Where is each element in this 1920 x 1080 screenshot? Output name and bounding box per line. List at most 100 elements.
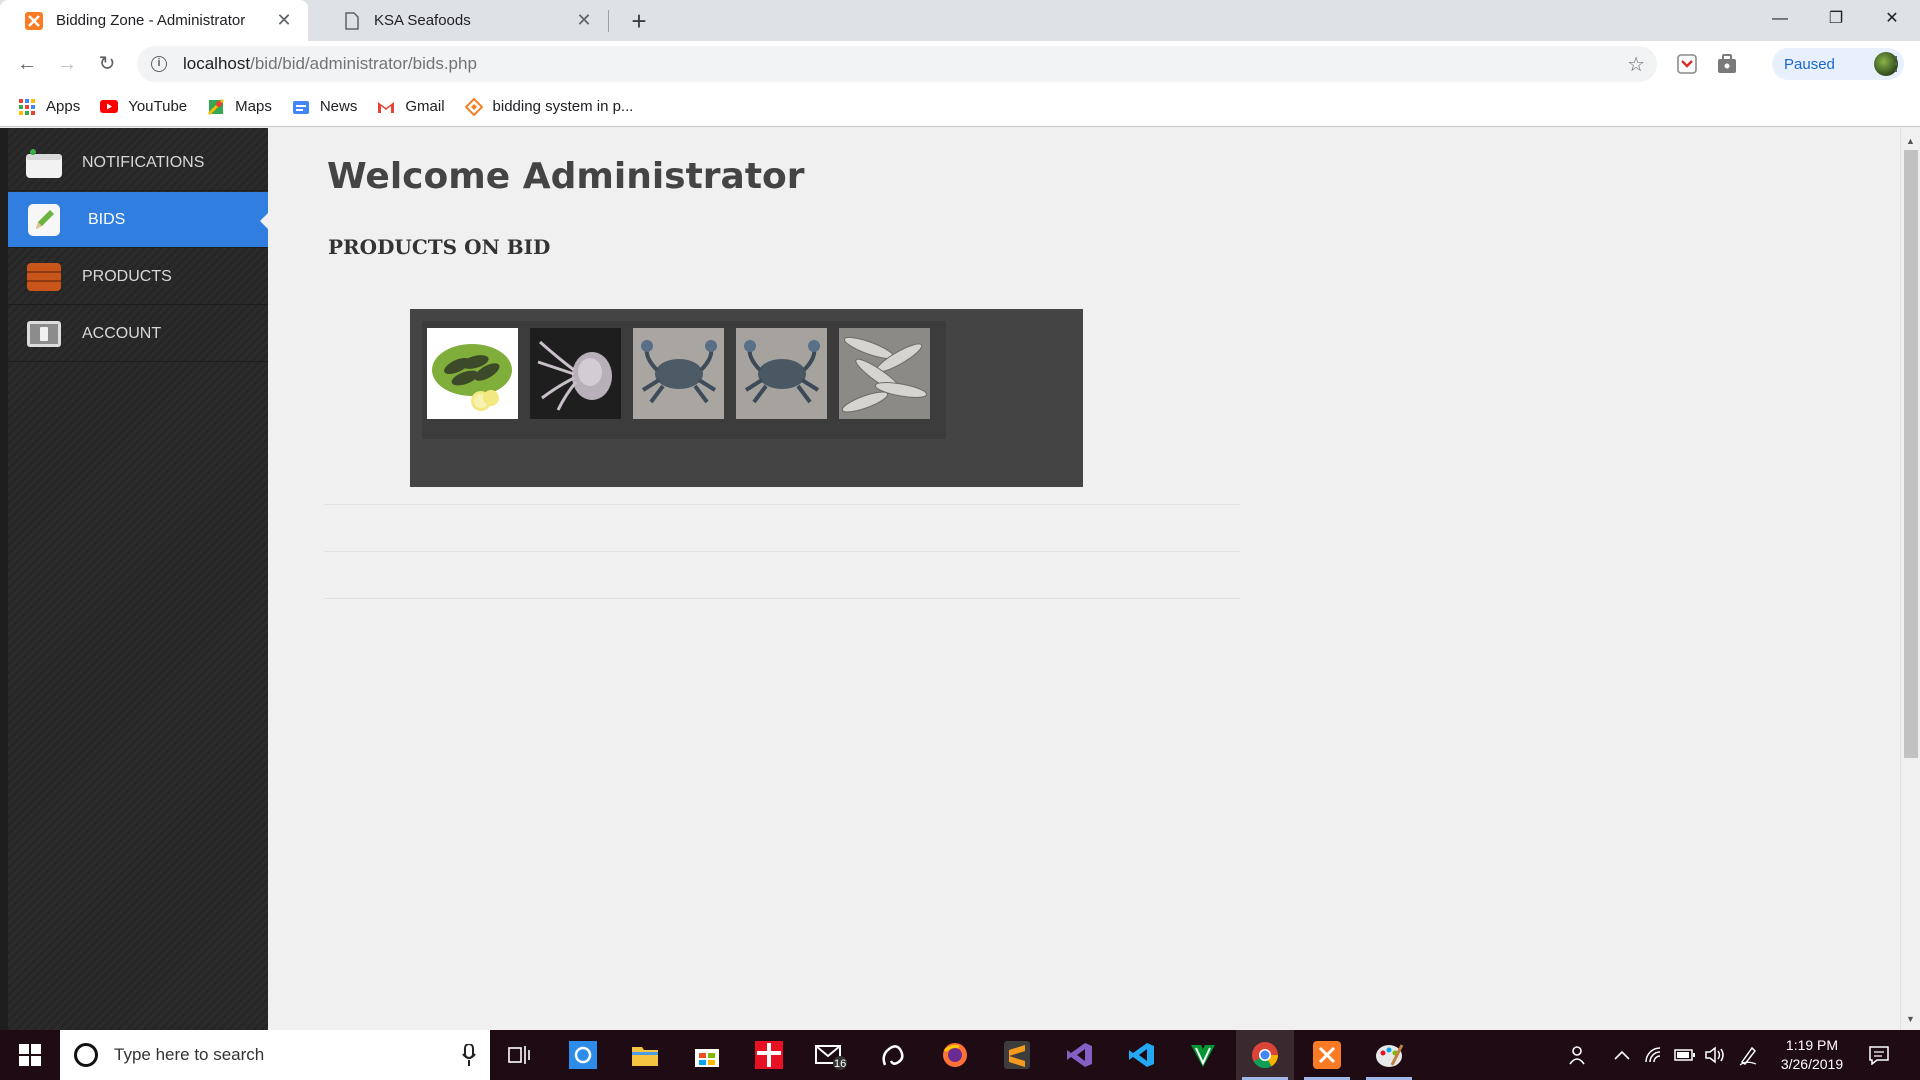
pocket-extension-icon[interactable] [1676, 53, 1698, 75]
sidebar-item-label: PRODUCTS [82, 267, 172, 285]
product-thumbnail-shrimp[interactable] [427, 328, 518, 419]
sidebar-item-products[interactable]: PRODUCTS [8, 249, 268, 305]
bookmark-maps[interactable]: Maps [207, 98, 272, 116]
task-view-icon [508, 1046, 530, 1064]
reload-icon[interactable]: ↻ [90, 47, 124, 81]
account-icon [24, 316, 64, 352]
windows-start-button[interactable] [0, 1030, 60, 1080]
section-title: PRODUCTS ON BID [328, 235, 551, 259]
bookmark-label: Maps [235, 98, 272, 115]
page-scrollbar[interactable]: ▲ ▼ [1900, 128, 1920, 1030]
divider-line [324, 551, 1240, 552]
products-box-icon [24, 259, 64, 295]
sublime-text-icon [1004, 1041, 1030, 1069]
show-hidden-icons-chevron-up-icon[interactable] [1614, 1030, 1630, 1080]
tab-title: KSA Seafoods [374, 12, 471, 29]
windows-taskbar: Type here to search 16 1:19 PM 3/26/2019 [0, 1030, 1920, 1080]
tab-bidding-zone[interactable]: Bidding Zone - Administrator ✕ [0, 0, 308, 41]
page-favicon-icon [342, 11, 362, 31]
taskbar-app-file-explorer[interactable] [616, 1030, 674, 1080]
scroll-down-icon[interactable]: ▼ [1906, 1014, 1915, 1024]
divider-line [324, 504, 1240, 505]
taskbar-app-uc-browser[interactable] [864, 1030, 922, 1080]
microphone-icon[interactable] [462, 1044, 476, 1066]
forward-arrow-icon[interactable]: → [50, 47, 84, 81]
sidebar-item-bids[interactable]: BIDS [8, 192, 269, 248]
windows-logo-icon [19, 1044, 41, 1066]
main-content: Welcome Administrator PRODUCTS ON BID [268, 128, 1900, 1030]
tab-title: Bidding Zone - Administrator [56, 12, 246, 29]
restore-window-button[interactable]: ❐ [1808, 0, 1864, 38]
close-tab-icon[interactable]: ✕ [574, 10, 594, 31]
volume-icon[interactable] [1704, 1030, 1726, 1080]
bookmark-label: Gmail [405, 98, 445, 115]
page-title: Welcome Administrator [327, 156, 805, 197]
mail-badge-count: 16 [834, 1058, 847, 1070]
battery-icon[interactable] [1674, 1030, 1696, 1080]
taskbar-app-paint[interactable] [1360, 1030, 1418, 1080]
apps-grid-icon [18, 98, 36, 116]
xampp-icon [1313, 1041, 1341, 1069]
taskbar-app-chrome[interactable] [1236, 1030, 1294, 1080]
site-info-icon[interactable]: i [151, 56, 167, 72]
taskbar-app-store[interactable] [678, 1030, 736, 1080]
vim-icon [1191, 1045, 1215, 1067]
profile-paused-button[interactable]: Paused [1772, 48, 1904, 80]
bookmarks-bar: Apps YouTube Maps News Gmail bidding sys… [0, 87, 1920, 127]
sidebar-item-label: BIDS [88, 210, 126, 228]
taskbar-app-gift[interactable] [740, 1030, 798, 1080]
search-placeholder: Type here to search [114, 1045, 265, 1064]
sync-app-icon [569, 1041, 597, 1069]
firefox-icon [943, 1043, 967, 1067]
bookmark-gmail[interactable]: Gmail [377, 98, 445, 116]
taskbar-app-firefox[interactable] [926, 1030, 984, 1080]
taskbar-app-sync[interactable] [554, 1030, 612, 1080]
paint-palette-icon [1376, 1044, 1404, 1067]
browser-toolbar: ← → ↻ i localhost/bid/bid/administrator/… [0, 41, 1920, 87]
new-tab-button[interactable]: + [622, 4, 656, 38]
taskbar-app-vim[interactable] [1174, 1030, 1232, 1080]
scroll-up-icon[interactable]: ▲ [1906, 136, 1915, 146]
url-text[interactable]: localhost/bid/bid/administrator/bids.php [183, 54, 477, 74]
chrome-icon [1252, 1042, 1279, 1069]
sidebar-item-notifications[interactable]: NOTIFICATIONS [8, 135, 268, 191]
bookmark-apps[interactable]: Apps [18, 98, 80, 116]
sidebar-item-account[interactable]: ACCOUNT [8, 306, 268, 362]
wifi-icon[interactable] [1644, 1030, 1664, 1080]
admin-sidebar: NOTIFICATIONS BIDS PRODUCTS ACCOUNT [0, 128, 269, 1030]
taskbar-app-visual-studio[interactable] [1050, 1030, 1108, 1080]
product-thumbnail-crab[interactable] [736, 328, 827, 419]
bookmark-bidding-system[interactable]: bidding system in p... [464, 97, 633, 116]
taskbar-app-vscode[interactable] [1112, 1030, 1170, 1080]
paused-label: Paused [1784, 55, 1835, 73]
bookmark-site-icon [464, 97, 483, 116]
address-bar[interactable]: i localhost/bid/bid/administrator/bids.p… [137, 46, 1657, 82]
taskbar-search-box[interactable]: Type here to search [60, 1030, 490, 1080]
task-view-button[interactable] [490, 1030, 548, 1080]
product-thumbnail-squid[interactable] [530, 328, 621, 419]
bookmark-youtube[interactable]: YouTube [100, 98, 187, 116]
taskbar-app-sublime-text[interactable] [988, 1030, 1046, 1080]
bookmark-news[interactable]: News [292, 98, 357, 116]
clock-date: 3/26/2019 [1780, 1056, 1844, 1072]
pen-ink-workspace-icon[interactable] [1738, 1030, 1758, 1080]
tab-divider [608, 10, 609, 32]
bookmark-star-icon[interactable]: ☆ [1627, 52, 1645, 77]
action-center-notifications-icon[interactable] [1868, 1030, 1890, 1080]
product-thumbnail-strip [422, 321, 946, 439]
browser-menu-icon[interactable]: ⋮ [1886, 49, 1906, 79]
product-thumbnail-fish[interactable] [839, 328, 930, 419]
close-tab-icon[interactable]: ✕ [274, 10, 294, 31]
squirrel-app-icon [882, 1045, 904, 1066]
minimize-window-button[interactable]: — [1752, 0, 1808, 38]
people-icon[interactable] [1568, 1030, 1590, 1080]
taskbar-clock[interactable]: 1:19 PM 3/26/2019 [1770, 1036, 1854, 1074]
taskbar-app-xampp[interactable] [1298, 1030, 1356, 1080]
tab-ksa-seafoods[interactable]: KSA Seafoods ✕ [318, 0, 608, 41]
close-window-button[interactable]: ✕ [1864, 0, 1920, 38]
product-thumbnail-crab[interactable] [633, 328, 724, 419]
taskbar-app-mail[interactable]: 16 [802, 1030, 860, 1080]
back-arrow-icon[interactable]: ← [10, 47, 44, 81]
briefcase-extension-icon[interactable] [1716, 53, 1738, 75]
scrollbar-thumb[interactable] [1904, 150, 1918, 758]
